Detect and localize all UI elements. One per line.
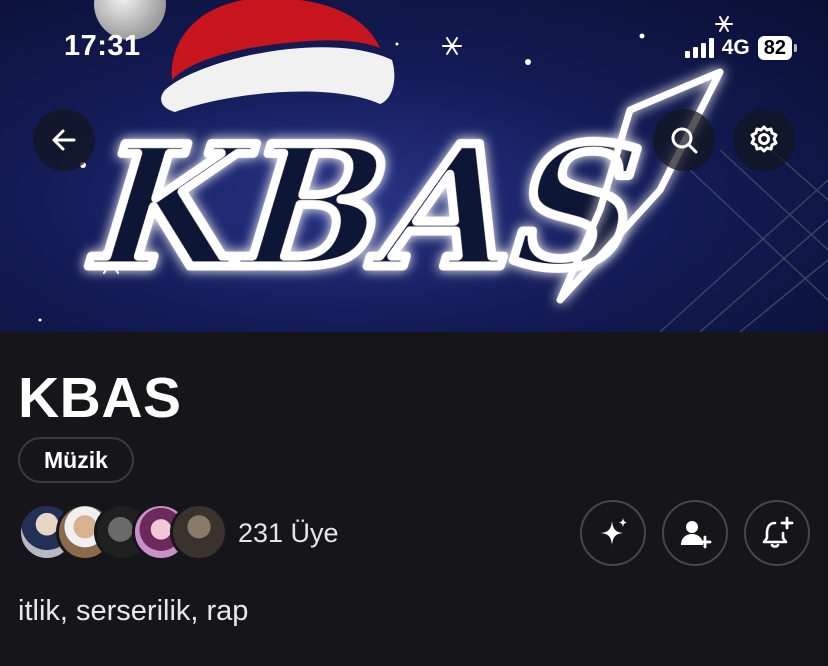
bell-plus-icon: [762, 516, 794, 548]
arrow-left-icon: [52, 129, 76, 151]
signal-icon: [684, 38, 714, 58]
status-time: 17:31: [64, 30, 141, 62]
add-user-icon: [681, 521, 712, 549]
group-title: KBAS: [18, 366, 182, 430]
back-button[interactable]: [33, 109, 95, 171]
status-indicators: 4G 82: [684, 36, 798, 60]
banner-logo: KBAS: [84, 108, 648, 305]
settings-button[interactable]: [733, 109, 795, 171]
avatar: [170, 503, 228, 561]
sparkle-icon: [601, 518, 627, 545]
category-tag[interactable]: Müzik: [18, 437, 134, 483]
member-count[interactable]: 231 Üye: [238, 518, 339, 549]
gear-icon: [750, 125, 778, 153]
member-avatars[interactable]: [18, 503, 228, 561]
search-icon: [671, 127, 698, 154]
santa-hat: [161, 0, 395, 112]
header-banner: KBAS 17:31 4G 82: [0, 0, 828, 332]
group-description: itlik, serserilik, rap: [18, 595, 249, 627]
battery-level: 82: [757, 36, 798, 60]
network-type: 4G: [721, 36, 750, 59]
search-button[interactable]: [653, 109, 715, 171]
ai-button[interactable]: [580, 500, 646, 566]
notification-button[interactable]: [744, 500, 810, 566]
invite-member-button[interactable]: [662, 500, 728, 566]
